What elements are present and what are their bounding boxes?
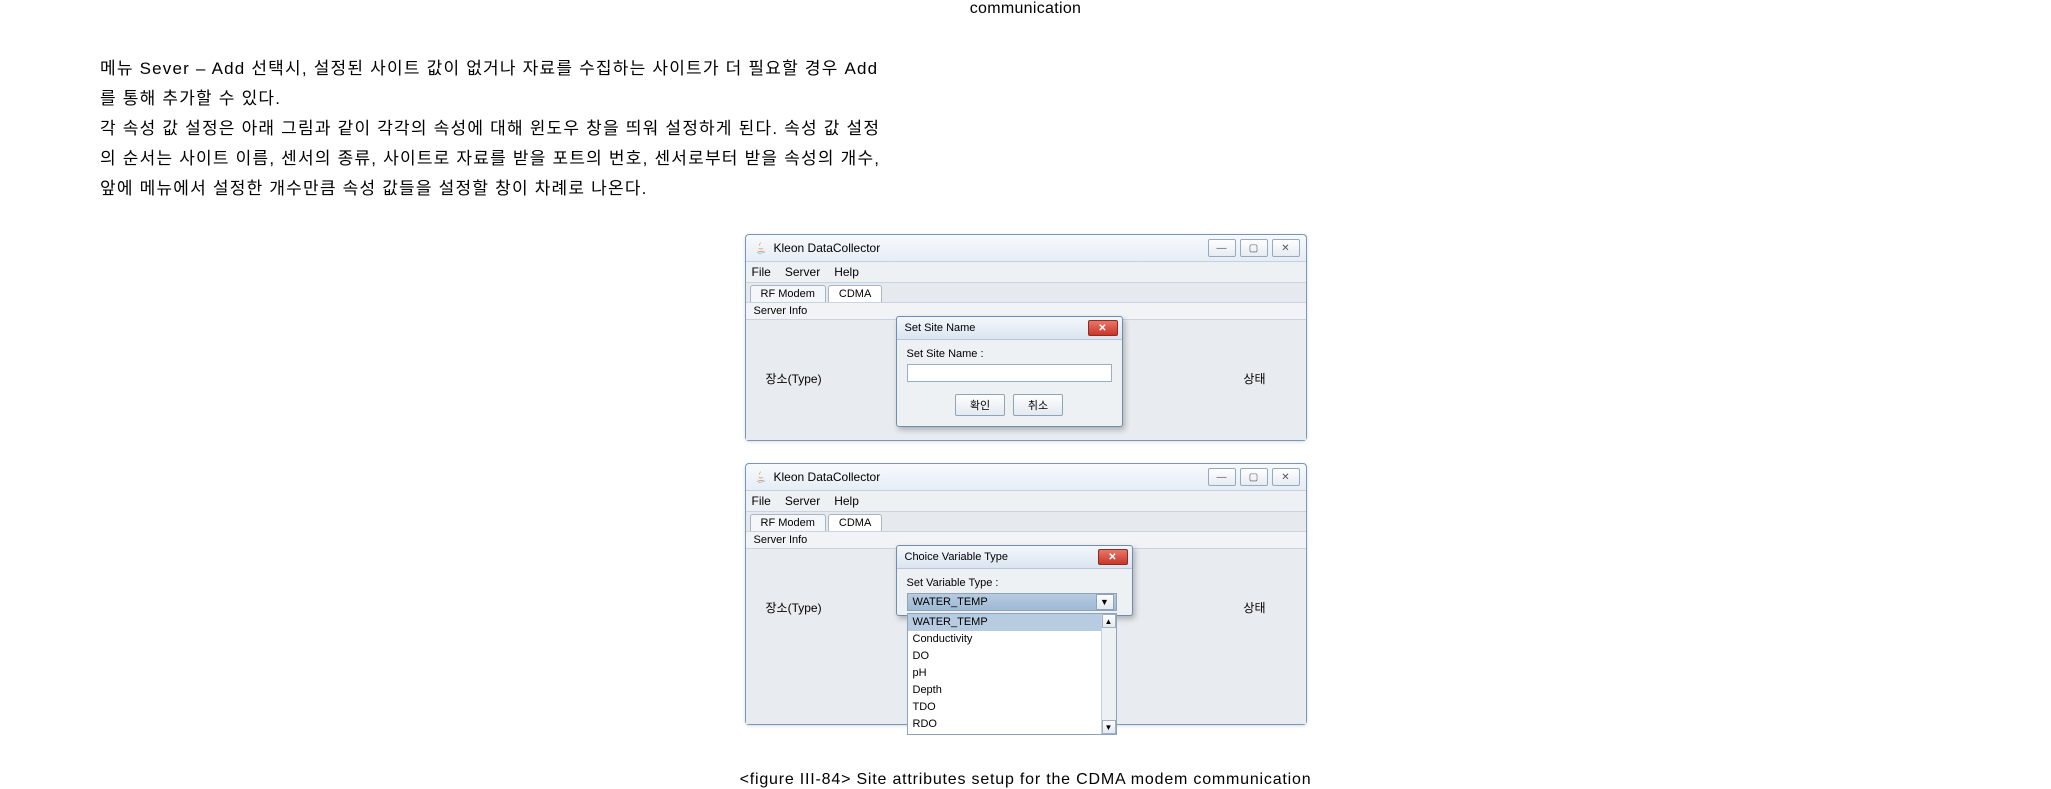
combobox-selected-value: WATER_TEMP [913, 596, 988, 608]
dialog-title: Choice Variable Type [905, 551, 1009, 563]
top-caption: communication [100, 0, 1951, 18]
window-body: 장소(Type) 상태 Set Site Name ✕ Set Site Nam… [746, 320, 1306, 440]
menu-server[interactable]: Server [785, 265, 820, 279]
combobox-option[interactable]: TDG [908, 733, 1116, 734]
dialog-choice-variable-type: Choice Variable Type ✕ Set Variable Type… [896, 545, 1133, 616]
combobox-option[interactable]: Depth [908, 682, 1116, 699]
window-body: 장소(Type) 상태 Choice Variable Type ✕ Set V… [746, 549, 1306, 724]
scroll-up-icon[interactable]: ▲ [1102, 614, 1116, 628]
dialog-close-button[interactable]: ✕ [1088, 320, 1118, 336]
window-maximize-button[interactable]: ▢ [1240, 239, 1268, 257]
tab-rf-modem[interactable]: RF Modem [750, 285, 826, 302]
ok-button[interactable]: 확인 [955, 394, 1005, 416]
window-titlebar: Kleon DataCollector — ▢ ✕ [746, 464, 1306, 491]
combobox-option[interactable]: RDO [908, 716, 1116, 733]
menu-file[interactable]: File [752, 494, 771, 508]
window-close-button[interactable]: ✕ [1272, 239, 1300, 257]
java-icon [754, 470, 768, 484]
combobox-dropdown: WATER_TEMP Conductivity DO pH Depth TDO … [907, 613, 1117, 735]
tab-cdma[interactable]: CDMA [828, 285, 882, 302]
window-title: Kleon DataCollector [774, 470, 881, 484]
column-label-status: 상태 [1243, 599, 1265, 616]
window-minimize-button[interactable]: — [1208, 239, 1236, 257]
dialog-title: Set Site Name [905, 322, 976, 334]
tab-bar: RF Modem CDMA [746, 511, 1306, 532]
column-label-status: 상태 [1243, 370, 1265, 387]
menu-file[interactable]: File [752, 265, 771, 279]
menubar: File Server Help [746, 491, 1306, 511]
menubar: File Server Help [746, 262, 1306, 282]
body-text: 메뉴 Sever – Add 선택시, 설정된 사이트 값이 없거나 자료를 수… [100, 54, 890, 204]
combobox-option[interactable]: DO [908, 648, 1116, 665]
menu-help[interactable]: Help [834, 494, 859, 508]
dialog-set-site-name: Set Site Name ✕ Set Site Name : 확인 취소 [896, 316, 1123, 427]
dialog-field-label: Set Site Name : [907, 348, 1112, 360]
app-window-1: Kleon DataCollector — ▢ ✕ File Server He… [745, 234, 1307, 441]
tab-bar: RF Modem CDMA [746, 282, 1306, 303]
combobox-option[interactable]: TDO [908, 699, 1116, 716]
dialog-close-button[interactable]: ✕ [1098, 549, 1128, 565]
variable-type-combobox[interactable]: WATER_TEMP ▼ WATER_TEMP Conductivity DO … [907, 593, 1117, 611]
window-titlebar: Kleon DataCollector — ▢ ✕ [746, 235, 1306, 262]
combobox-option[interactable]: Conductivity [908, 631, 1116, 648]
scrollbar[interactable]: ▲ ▼ [1101, 614, 1116, 734]
scroll-down-icon[interactable]: ▼ [1102, 720, 1116, 734]
window-maximize-button[interactable]: ▢ [1240, 468, 1268, 486]
dialog-field-label: Set Variable Type : [907, 577, 1122, 589]
cancel-button[interactable]: 취소 [1013, 394, 1063, 416]
window-title: Kleon DataCollector [774, 241, 881, 255]
combobox-option[interactable]: WATER_TEMP [908, 614, 1116, 631]
java-icon [754, 241, 768, 255]
figures-container: Kleon DataCollector — ▢ ✕ File Server He… [100, 234, 1951, 789]
tab-cdma[interactable]: CDMA [828, 514, 882, 531]
column-label-place: 장소(Type) [766, 370, 822, 387]
tab-rf-modem[interactable]: RF Modem [750, 514, 826, 531]
figure-caption: <figure III-84> Site attributes setup fo… [740, 771, 1312, 789]
window-minimize-button[interactable]: — [1208, 468, 1236, 486]
site-name-input[interactable] [907, 364, 1112, 382]
window-close-button[interactable]: ✕ [1272, 468, 1300, 486]
menu-help[interactable]: Help [834, 265, 859, 279]
combobox-option[interactable]: pH [908, 665, 1116, 682]
menu-server[interactable]: Server [785, 494, 820, 508]
chevron-down-icon[interactable]: ▼ [1096, 594, 1114, 610]
column-label-place: 장소(Type) [766, 599, 822, 616]
app-window-2: Kleon DataCollector — ▢ ✕ File Server He… [745, 463, 1307, 725]
